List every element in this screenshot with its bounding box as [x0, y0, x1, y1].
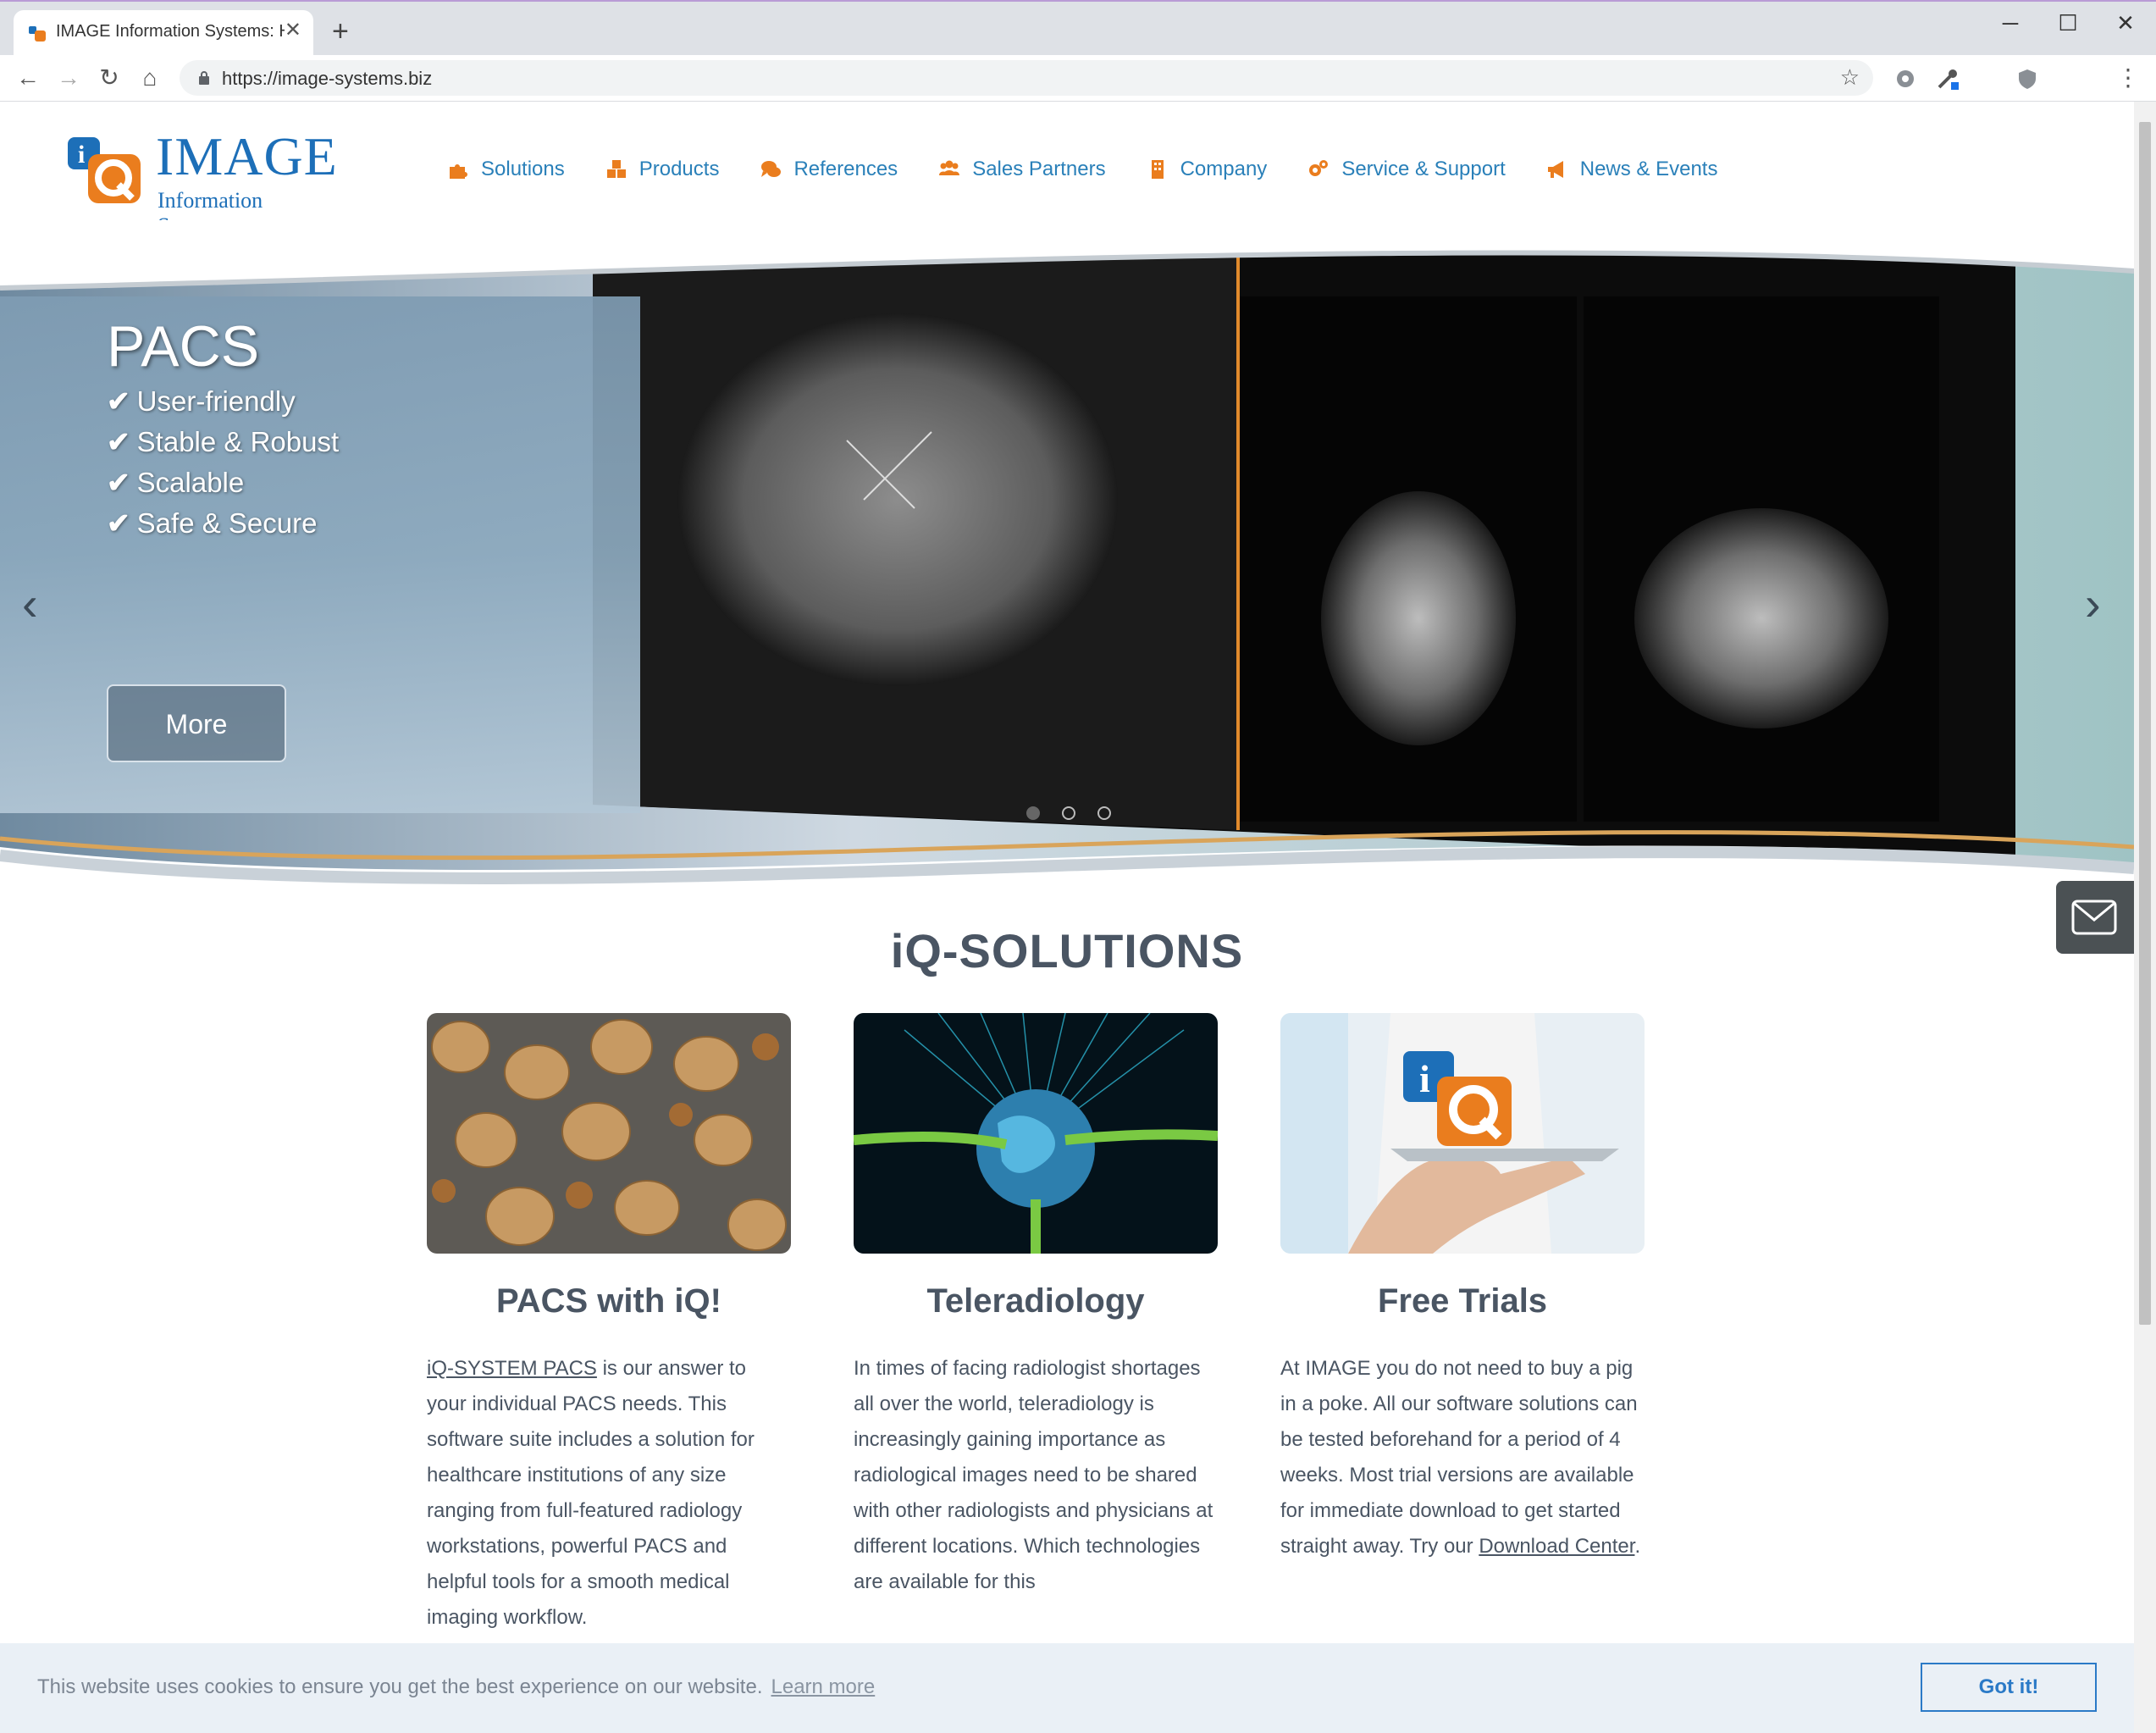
shield-extension-icon[interactable]	[2015, 67, 2039, 91]
address-bar[interactable]: https://image-systems.biz ☆	[180, 60, 1873, 96]
hero-feature: ✔ Safe & Secure	[107, 507, 318, 539]
browser-tab[interactable]: IMAGE Information Systems: Hon ✕	[14, 10, 313, 57]
cookie-consent-bar: This website uses cookies to ensure you …	[0, 1643, 2134, 1733]
nav-label: References	[793, 158, 898, 180]
iq-logo-icon: i	[68, 137, 141, 203]
megaphone-icon	[1547, 161, 1563, 178]
extension-tool-icon[interactable]	[1936, 67, 1960, 91]
hero-title: PACS	[107, 314, 260, 379]
nav-item-solutions[interactable]: Solutions	[447, 152, 565, 186]
close-window-button[interactable]: ✕	[2109, 10, 2142, 36]
card-title: Free Trials	[1377, 1282, 1548, 1320]
iq-system-pacs-link[interactable]: iQ-SYSTEM PACS	[427, 1357, 597, 1380]
building-icon	[1151, 160, 1164, 179]
web-page: i IMAGE Information Systems Solutions Pr…	[0, 102, 2134, 1733]
card-title: Teleradiology	[926, 1282, 1145, 1320]
card-title: PACS with iQ!	[496, 1282, 721, 1320]
maximize-button[interactable]: ☐	[2051, 10, 2085, 36]
card-text: At IMAGE you do not need to buy a pig in…	[1280, 1357, 1641, 1558]
minimize-button[interactable]: ─	[1993, 10, 2027, 36]
download-center-link[interactable]: Download Center	[1479, 1535, 1634, 1558]
extension-gear-icon[interactable]	[1893, 67, 1917, 91]
lock-icon	[199, 71, 209, 85]
nav-item-news-events[interactable]: News & Events	[1546, 152, 1718, 186]
browser-menu-icon[interactable]: ⋮	[2114, 64, 2142, 92]
section-title: iQ-SOLUTIONS	[890, 924, 1244, 977]
browser-tab-strip: IMAGE Information Systems: Hon ✕ + ─ ☐ ✕	[0, 0, 2156, 57]
scrollbar-thumb[interactable]	[2139, 122, 2151, 1325]
nav-item-products[interactable]: Products	[605, 152, 720, 186]
solution-card-teleradiology: Teleradiology In times of facing radiolo…	[854, 1013, 1218, 1600]
hero-overlay-panel	[0, 296, 640, 813]
close-tab-icon[interactable]: ✕	[285, 20, 301, 41]
home-button[interactable]: ⌂	[135, 64, 164, 92]
main-navigation: Solutions Products References Sales Part…	[447, 152, 1758, 186]
card-text: iQ-SYSTEM PACS is our answer to your ind…	[427, 1357, 755, 1629]
hero-feature-list: ✔ User-friendly ✔ Stable & Robust ✔ Scalabl…	[107, 381, 339, 544]
nav-label: Service & Support	[1341, 158, 1506, 180]
slider-prev-arrow-icon[interactable]: ‹	[22, 576, 38, 631]
url-text: https://image-systems.biz	[222, 68, 433, 89]
fiber-globe-image[interactable]	[854, 1013, 1218, 1254]
reload-button[interactable]: ↻	[95, 64, 124, 92]
puzzle-icon	[450, 164, 467, 179]
cookie-message: This website uses cookies to ensure you …	[37, 1675, 876, 1698]
nav-item-company[interactable]: Company	[1147, 152, 1268, 186]
svg-text:i: i	[1419, 1057, 1430, 1100]
slider-next-arrow-icon[interactable]: ›	[2085, 576, 2101, 631]
logo-title: IMAGE	[156, 126, 338, 186]
slider-dot-1[interactable]	[1026, 806, 1040, 820]
nav-label: Products	[639, 158, 720, 180]
browser-toolbar: ← → ↻ ⌂ https://image-systems.biz ☆ ⋮	[0, 55, 2156, 102]
slider-pagination	[1026, 806, 1111, 820]
bookmark-star-icon[interactable]: ☆	[1840, 64, 1860, 91]
slider-dot-3[interactable]	[1097, 806, 1111, 820]
cookie-accept-button[interactable]: Got it!	[1921, 1663, 2097, 1712]
hero-feature: ✔ Scalable	[107, 467, 245, 498]
nav-label: Company	[1180, 158, 1268, 180]
nav-item-references[interactable]: References	[760, 152, 898, 186]
learn-more-link[interactable]: Learn more	[771, 1675, 876, 1698]
slider-dot-2[interactable]	[1062, 806, 1075, 820]
hero-more-button[interactable]: More	[107, 684, 286, 762]
solution-card-pacs: PACS with iQ! iQ-SYSTEM PACS is our answ…	[427, 1013, 791, 1636]
nav-label: Solutions	[481, 158, 565, 180]
solution-card-free-trials: i Free Trials At IMAGE you do not need t…	[1280, 1013, 1645, 1564]
svg-text:i: i	[78, 141, 85, 169]
nav-label: Sales Partners	[972, 158, 1106, 180]
checkmark-icon: ✔	[107, 426, 130, 457]
doctor-tablet-image[interactable]: i	[1280, 1013, 1645, 1254]
back-button[interactable]: ←	[14, 64, 42, 92]
new-tab-button[interactable]: +	[332, 17, 349, 46]
comments-icon	[761, 161, 782, 177]
nav-item-sales-partners[interactable]: Sales Partners	[938, 152, 1106, 186]
checkmark-icon: ✔	[107, 507, 130, 539]
forward-button[interactable]: →	[54, 64, 83, 92]
gears-icon	[1309, 160, 1329, 176]
checkmark-icon: ✔	[107, 385, 130, 417]
cubes-icon	[606, 160, 626, 178]
card-text: In times of facing radiologist shortages…	[854, 1357, 1213, 1593]
checkmark-icon: ✔	[107, 467, 130, 498]
hero-feature: ✔ User-friendly	[107, 385, 296, 417]
users-icon	[939, 160, 960, 175]
nav-label: News & Events	[1579, 158, 1718, 180]
site-favicon-icon	[29, 26, 46, 42]
hero-feature: ✔ Stable & Robust	[107, 426, 340, 457]
nav-item-service-support[interactable]: Service & Support	[1307, 152, 1506, 186]
page-scrollbar[interactable]	[2134, 102, 2156, 1733]
tab-title: IMAGE Information Systems: Hon	[56, 22, 285, 41]
walnuts-image[interactable]	[427, 1013, 791, 1254]
site-logo[interactable]: i IMAGE Information Systems	[66, 124, 338, 238]
